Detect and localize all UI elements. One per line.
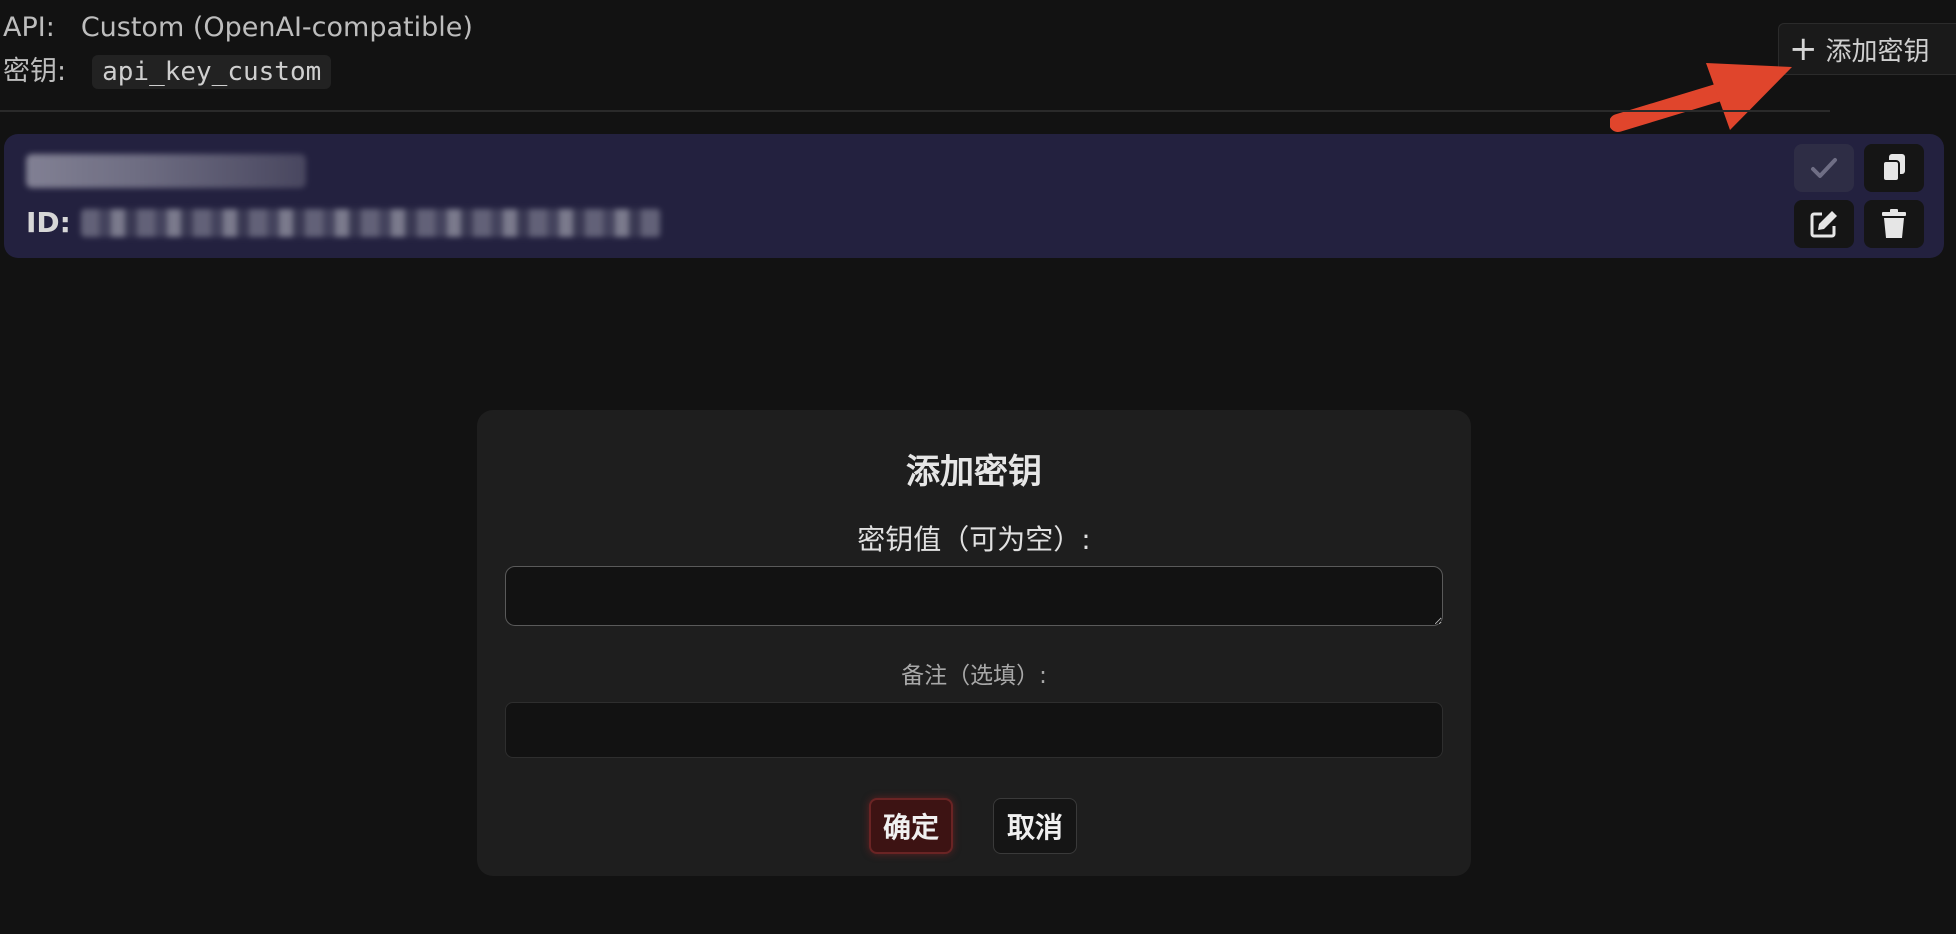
copy-key-button[interactable]: [1864, 144, 1924, 192]
api-label: API:: [3, 12, 55, 43]
delete-key-button[interactable]: [1864, 200, 1924, 248]
key-card: ID:: [4, 134, 1944, 258]
confirm-button[interactable]: 确定: [869, 798, 953, 854]
trash-icon: [1882, 209, 1906, 238]
key-value-label: 密钥值（可为空）:: [857, 523, 1091, 556]
note-label: 备注（选填）:: [901, 663, 1047, 689]
api-line: API: Custom (OpenAI-compatible): [3, 12, 473, 43]
annotation-arrow-icon: [1610, 63, 1792, 132]
edit-icon: [1810, 211, 1837, 238]
select-key-button[interactable]: [1794, 144, 1854, 192]
add-key-button[interactable]: + 添加密钥: [1778, 23, 1956, 75]
add-key-modal: 添加密钥 密钥值（可为空）: 备注（选填）: 确定 取消: [477, 410, 1471, 876]
add-key-label: 添加密钥: [1825, 36, 1930, 67]
key-label: 密钥:: [3, 56, 67, 87]
divider: [0, 110, 1830, 112]
key-name-blurred: [26, 154, 306, 188]
key-value-textarea[interactable]: [505, 566, 1443, 626]
key-id-row: ID:: [26, 206, 661, 239]
modal-title: 添加密钥: [906, 452, 1042, 492]
edit-key-button[interactable]: [1794, 200, 1854, 248]
key-line: 密钥: api_key_custom: [3, 49, 332, 89]
key-id-label: ID:: [26, 206, 71, 239]
copy-icon: [1882, 154, 1905, 182]
key-value: api_key_custom: [92, 55, 332, 89]
check-icon: [1811, 158, 1837, 178]
api-value: Custom (OpenAI-compatible): [80, 12, 473, 43]
cancel-button[interactable]: 取消: [993, 798, 1077, 854]
note-input[interactable]: [505, 702, 1443, 758]
key-id-blurred: [80, 208, 661, 237]
